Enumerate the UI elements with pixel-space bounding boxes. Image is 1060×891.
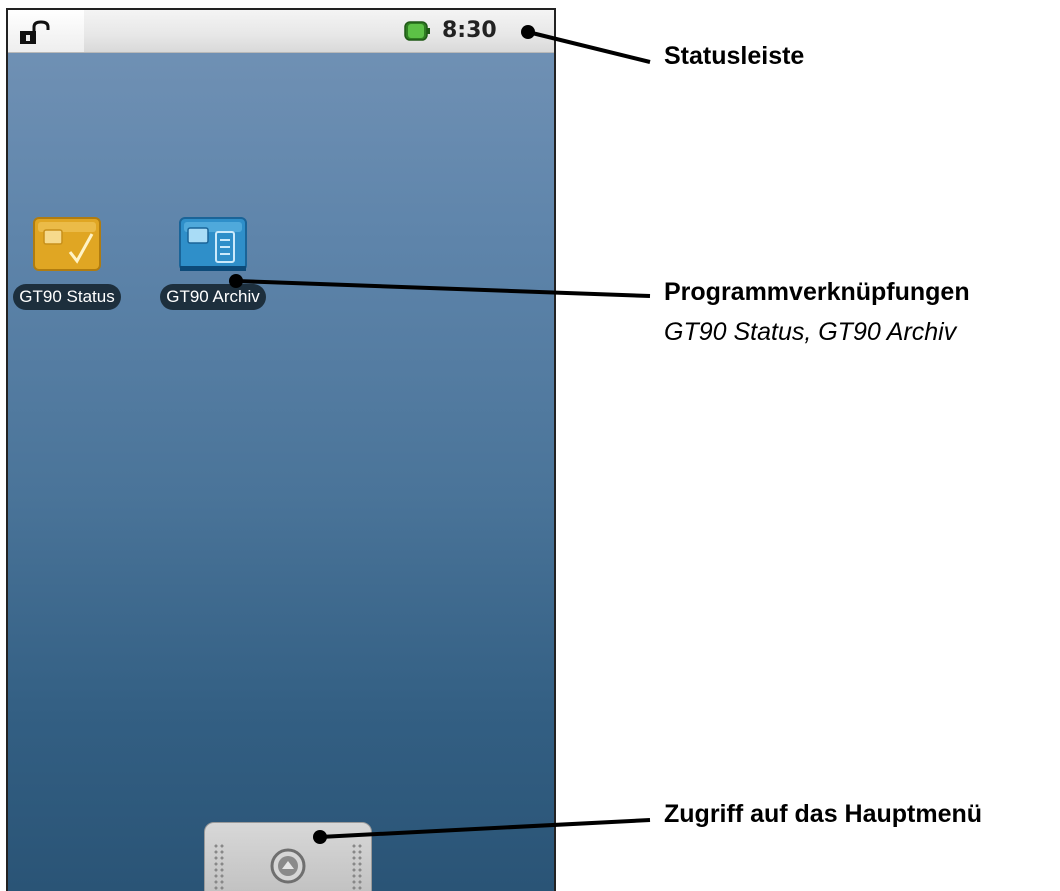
page: 8:30 GT90 Status GT90 Archiv Statusleist…	[0, 0, 1060, 891]
main-menu-launcher-button[interactable]	[204, 822, 372, 891]
sim-check-icon	[33, 217, 101, 271]
grip-dots-left	[213, 843, 225, 891]
shortcut-label: GT90 Status	[13, 284, 121, 310]
callout-statusbar: Statusleiste	[664, 42, 805, 70]
shortcut-gt90-archiv[interactable]: GT90 Archiv	[148, 214, 278, 310]
sim-archive-icon	[179, 217, 247, 271]
battery-icon	[404, 21, 430, 41]
callout-main-menu: Zugriff auf das Hauptmenü	[664, 800, 983, 828]
shortcut-gt90-status[interactable]: GT90 Status	[8, 214, 132, 310]
status-bar-clock: 8:30	[442, 18, 497, 43]
grip-dots-right	[351, 843, 363, 891]
phone-screen: 8:30 GT90 Status GT90 Archiv	[6, 8, 556, 891]
arrow-up-icon	[270, 848, 306, 884]
status-bar[interactable]: 8:30	[8, 10, 554, 53]
shortcut-label: GT90 Archiv	[160, 284, 266, 310]
callout-shortcuts-title: Programmverknüpfungen	[664, 278, 970, 306]
unlocked-padlock-icon	[20, 20, 50, 44]
callout-shortcuts-subtitle: GT90 Status, GT90 Archiv	[664, 318, 957, 346]
